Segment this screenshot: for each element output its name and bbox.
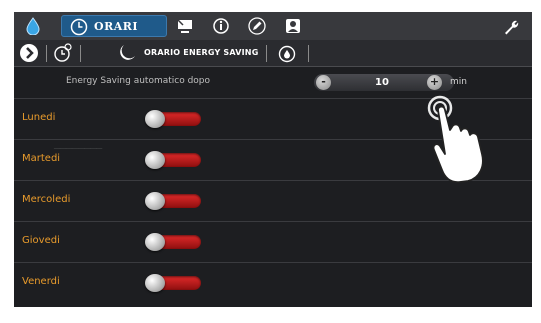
separator [80, 45, 81, 62]
day-toggle[interactable] [145, 192, 201, 210]
day-row: Venerdi [14, 262, 532, 303]
day-row: Giovedi [14, 221, 532, 262]
top-toolbar: ORARI [14, 12, 532, 41]
increment-button[interactable]: + [427, 75, 442, 90]
separator [266, 45, 267, 62]
day-toggle[interactable] [145, 151, 201, 169]
day-toggle[interactable] [145, 233, 201, 251]
day-label: Lunedi [22, 112, 56, 123]
day-label: Martedi [22, 153, 61, 164]
wrench-icon[interactable] [500, 16, 522, 38]
sub-toolbar-title: ORARIO ENERGY SAVING [144, 48, 259, 57]
separator [46, 45, 47, 62]
app-screen: ORARI ORARIO ENERGY SAVING Energy Saving… [14, 12, 532, 307]
day-label: Mercoledi [22, 194, 71, 205]
clock-settings-icon[interactable] [52, 42, 74, 64]
sub-toolbar: ORARIO ENERGY SAVING [14, 40, 532, 67]
clock-drop-icon[interactable] [276, 42, 298, 64]
pointing-hand-icon [424, 90, 504, 194]
tab-orari-label: ORARI [94, 20, 139, 33]
water-drop-icon[interactable] [22, 15, 44, 37]
minutes-value: 10 [375, 77, 389, 88]
tab-orari[interactable]: ORARI [61, 15, 167, 37]
day-toggle[interactable] [145, 274, 201, 292]
day-label: Giovedi [22, 235, 60, 246]
chevron-right-icon[interactable] [18, 42, 40, 64]
pencil-icon[interactable] [246, 15, 268, 37]
day-label: Venerdi [22, 276, 60, 287]
separator [308, 45, 309, 62]
moon-icon[interactable] [116, 42, 138, 64]
decrement-button[interactable]: - [316, 75, 331, 90]
info-icon[interactable] [210, 15, 232, 37]
energy-saving-label: Energy Saving automatico dopo [66, 76, 211, 86]
display-icon[interactable] [174, 15, 196, 37]
clock-icon [68, 16, 90, 38]
minutes-unit: min [450, 77, 467, 87]
day-toggle[interactable] [145, 110, 201, 128]
user-badge-icon[interactable] [282, 15, 304, 37]
